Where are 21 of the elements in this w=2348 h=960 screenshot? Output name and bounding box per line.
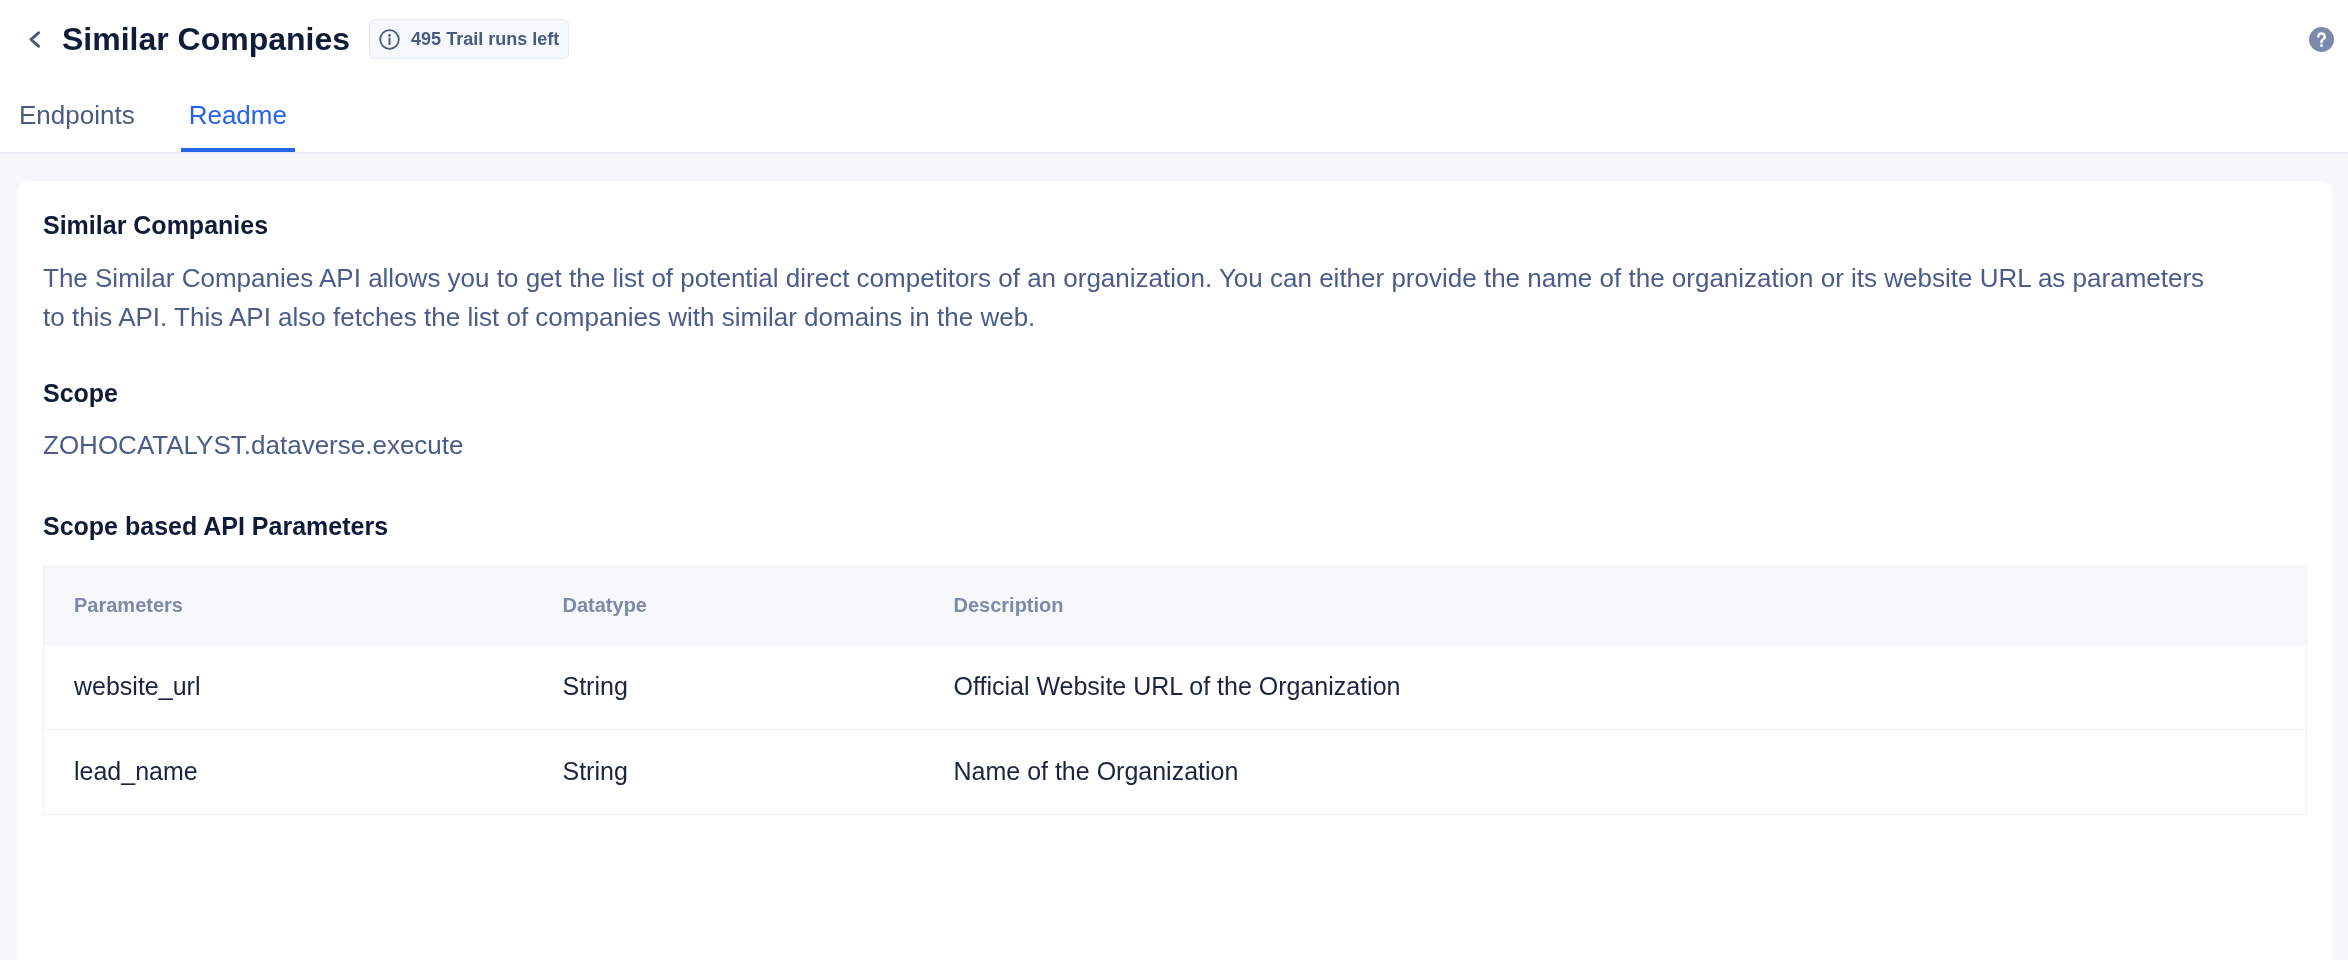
trial-runs-text: 495 Trail runs left xyxy=(411,27,560,51)
column-header: Parameters xyxy=(43,566,533,644)
column-header: Datatype xyxy=(532,566,924,644)
section-heading: Scope xyxy=(43,377,120,409)
info-icon xyxy=(379,28,401,50)
scope-text: ZOHOCATALYST.dataverse.execute xyxy=(43,429,465,462)
page-title: Similar Companies xyxy=(62,19,351,59)
table-cell: lead_name xyxy=(43,729,533,814)
table-cell: Official Website URL of the Organization xyxy=(923,644,2307,729)
section-heading: Scope based API Parameters xyxy=(43,511,390,542)
description-text: The Similar Companies API allows you to get the list of potential direct competitors of an organization. You can either provide the name of the organization or its website URL as parameters to this API. This API also fetches the list of companies with similar domains in the web. xyxy=(43,261,2206,334)
tab[interactable]: Readme xyxy=(180,78,295,152)
tab[interactable]: Endpoints xyxy=(11,78,143,152)
column-header: Description xyxy=(923,566,2307,644)
table-cell: String xyxy=(532,729,924,814)
table-cell: Name of the Organization xyxy=(923,729,2307,814)
help-icon[interactable] xyxy=(2309,26,2334,52)
back-icon[interactable] xyxy=(28,30,41,48)
table-cell: String xyxy=(532,644,924,729)
table-cell: website_url xyxy=(43,644,533,729)
section-heading: Similar Companies xyxy=(43,210,270,241)
